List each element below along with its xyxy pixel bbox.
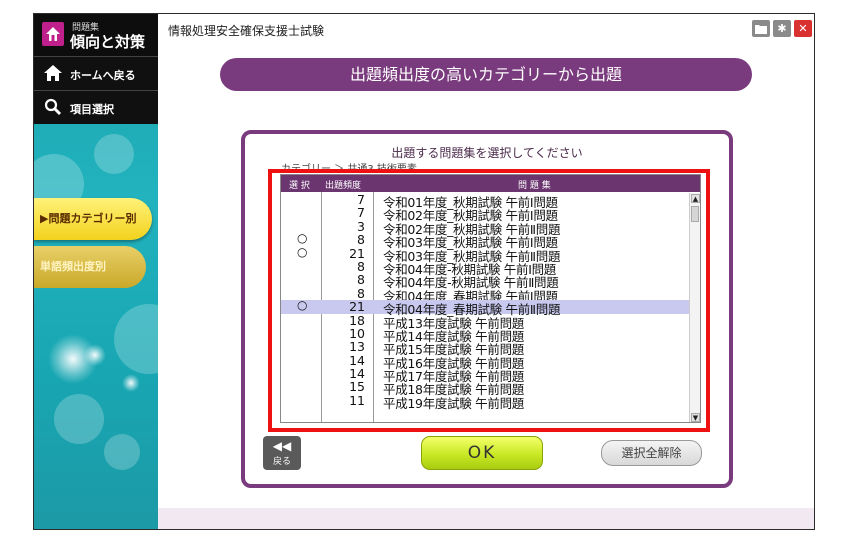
cursor-icon: [43, 98, 63, 119]
decor-bubble: [114, 304, 158, 374]
back-label: 戻る: [272, 457, 291, 467]
window-title: 情報処理安全確保支援士試験: [168, 24, 325, 38]
sidebar-item-select[interactable]: 項目選択: [34, 90, 158, 124]
dialog-title: 出題する問題集を選択してください: [391, 146, 583, 160]
word-frequency-button[interactable]: 単語頻出度別: [34, 246, 146, 288]
home-logo-icon: [42, 22, 64, 46]
sidebar-item-home[interactable]: ホームへ戻る: [34, 56, 158, 90]
gear-icon[interactable]: ✱: [773, 20, 791, 37]
clear-selection-button[interactable]: 選択全解除: [601, 440, 702, 466]
close-icon[interactable]: ✕: [794, 20, 812, 37]
category-mode-button[interactable]: ▶問題カテゴリー別: [34, 198, 152, 240]
sidebar: 問題集 傾向と対策 ホームへ戻る 項目選択 ▶問題カテゴリー別 単語頻出度別: [34, 14, 158, 529]
decor-sparkle: [122, 374, 140, 392]
decor-bubble: [104, 434, 140, 470]
page-title: 出題頻出度の高いカテゴリーから出題: [220, 58, 752, 91]
rewind-icon: ◀◀: [272, 439, 292, 453]
title-bar: 情報処理安全確保支援士試験 ✱ ✕: [158, 14, 814, 44]
highlight-box: [268, 169, 710, 432]
app-logo: 問題集 傾向と対策: [34, 14, 158, 56]
decor-bubble: [54, 394, 104, 444]
sidebar-item-label: 項目選択: [70, 103, 114, 116]
footer-band: [158, 508, 814, 529]
sidebar-item-label: ホームへ戻る: [70, 69, 136, 82]
ok-button[interactable]: OK: [421, 436, 543, 470]
home-icon: [43, 64, 63, 85]
decor-sparkle: [84, 344, 106, 366]
decor-bubble: [94, 134, 134, 174]
logo-title: 傾向と対策: [70, 33, 146, 51]
back-button[interactable]: ◀◀ 戻る: [263, 436, 301, 470]
folder-icon[interactable]: [752, 20, 770, 37]
